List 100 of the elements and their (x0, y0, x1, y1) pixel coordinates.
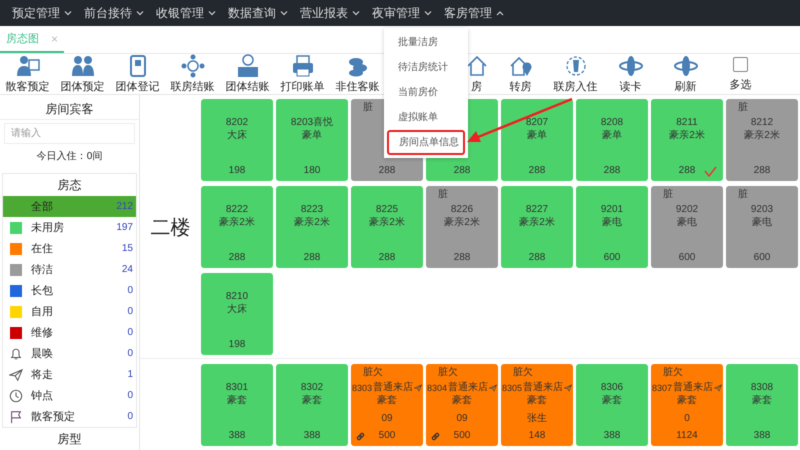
guest-source: 普通来店 (523, 382, 564, 394)
status-count: 0 (127, 285, 134, 296)
guest-source: 普通来店 (673, 382, 714, 394)
room-number: 8306 (600, 382, 624, 394)
room-type: 豪套 (602, 395, 622, 407)
guest-name: 张生 (527, 412, 547, 424)
room-tag: 脏欠 (363, 367, 383, 378)
room-type: 豪套 (452, 395, 472, 407)
room-type: 大床 (227, 304, 247, 316)
room-number: 8305 (502, 382, 522, 394)
room-price: 288 (228, 252, 246, 264)
room-number: 8304 (426, 382, 448, 394)
status-label: 维修 (31, 326, 54, 340)
room-price: 288 (454, 165, 470, 177)
room-type: 豪单 (527, 130, 547, 142)
today-checkin-count: 今日入住：0间 (36, 150, 104, 164)
guest-source: 普通来店 (373, 382, 414, 394)
status-label: 长包 (31, 284, 54, 298)
room-number: 8208 (600, 117, 624, 129)
room-price: 600 (754, 252, 770, 264)
room-price: 388 (604, 430, 620, 442)
room-price: 388 (754, 430, 770, 442)
room-type: 大床 (227, 130, 247, 142)
room-price: 288 (528, 252, 546, 264)
panel-title: 房间宾客 (0, 99, 139, 120)
room-number: 8225 (376, 204, 398, 216)
status-label: 自用 (31, 305, 54, 319)
room-price: 288 (378, 165, 396, 177)
room-number: 8303 (352, 382, 372, 394)
status-count: 0 (127, 327, 134, 338)
room-number: 8202 (226, 117, 248, 129)
status-count: 1 (127, 369, 134, 380)
room-price: 600 (678, 252, 696, 264)
room-type: 豪电 (677, 217, 697, 229)
status-count: 0 (127, 411, 134, 422)
room-type: 豪套 (302, 395, 322, 407)
room-price: 288 (528, 165, 546, 177)
room-price: 288 (678, 165, 696, 177)
room-type: 豪套 (227, 395, 247, 407)
room-number: 8211 (676, 117, 698, 129)
room-number: 8226 (450, 204, 474, 216)
room-type: 豪套 (677, 395, 697, 407)
guest-source: 普通来店 (448, 382, 488, 394)
room-tag: 脏 (738, 189, 748, 200)
room-price: 198 (228, 339, 246, 351)
room-type: 豪单 (302, 130, 322, 142)
room-price: 288 (454, 252, 470, 264)
room-number: 8222 (226, 204, 248, 216)
room-tag: 脏 (438, 189, 448, 200)
status-label: 钟点 (31, 388, 54, 403)
status-count: 24 (122, 264, 134, 275)
room-type: 豪套 (527, 395, 547, 407)
room-tag: 脏 (738, 102, 748, 113)
status-count: 0 (127, 306, 134, 317)
room-type: 豪亲2米 (294, 217, 330, 229)
status-count: 15 (122, 243, 134, 254)
room-type: 豪亲2米 (219, 217, 255, 229)
room-number: 9202 (676, 204, 698, 216)
room-price: 288 (604, 165, 620, 177)
room-number: 9201 (600, 204, 624, 216)
section-title: 房型 (2, 427, 137, 450)
guest-name: 09 (381, 412, 393, 424)
status-count: 212 (116, 201, 134, 212)
room-type: 豪亲2米 (669, 130, 705, 142)
room-price: 198 (228, 165, 246, 177)
room-price: 600 (604, 252, 620, 264)
room-number: 8227 (526, 204, 548, 216)
room-type: 豪电 (602, 217, 622, 229)
status-label: 将走 (31, 368, 54, 382)
status-count: 197 (116, 222, 134, 233)
status-label: 全部 (31, 200, 54, 214)
status-count: 0 (127, 348, 134, 359)
room-tag: 脏欠 (663, 367, 683, 378)
room-type: 豪亲2米 (444, 217, 480, 229)
floor-label: 二楼 (150, 216, 190, 240)
room-type: 豪亲2米 (744, 130, 780, 142)
room-tag: 脏欠 (438, 367, 458, 378)
room-type: 豪套 (752, 395, 772, 407)
room-price: 148 (528, 430, 546, 442)
room-price: 388 (304, 430, 320, 442)
room-tag: 脏 (663, 189, 673, 200)
room-tag: 脏 (363, 102, 373, 113)
status-count: 0 (127, 390, 134, 401)
room-number: 8301 (226, 382, 248, 394)
room-price: 388 (228, 430, 246, 442)
guest-name: 0 (684, 412, 690, 424)
room-price: 500 (378, 430, 396, 442)
room-price: 288 (378, 252, 396, 264)
room-number: 8223 (300, 204, 324, 216)
room-number: 9203 (750, 204, 774, 216)
guest-name: 09 (456, 412, 468, 424)
room-type: 豪套 (377, 395, 397, 407)
room-price: 180 (304, 165, 320, 177)
room-number: 8308 (750, 382, 774, 394)
room-price: 1124 (676, 430, 698, 442)
room-tag: 脏欠 (513, 367, 533, 378)
status-label: 散客预定 (31, 410, 76, 424)
room-number: 8212 (750, 117, 774, 129)
room-number: 8210 (226, 291, 248, 303)
room-price: 500 (454, 430, 470, 442)
